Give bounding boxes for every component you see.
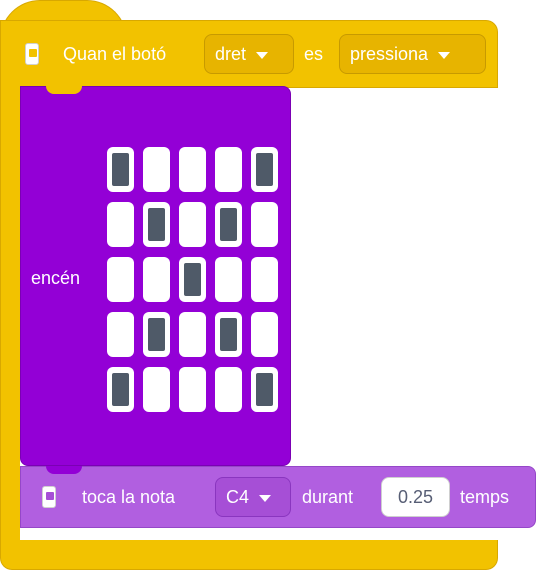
event-block-bottom (0, 540, 498, 570)
action-select-value: pressiona (350, 43, 429, 64)
led-cell-r2-c2[interactable] (179, 257, 206, 302)
led-cell-r0-c3[interactable] (215, 147, 242, 192)
block-notch (46, 466, 82, 474)
led-cell-r0-c2[interactable] (179, 147, 206, 192)
led-cell-r0-c1[interactable] (143, 147, 170, 192)
button-select-value: dret (215, 43, 247, 64)
duration-input[interactable]: 0.25 (381, 477, 450, 517)
led-cell-r2-c4[interactable] (251, 257, 278, 302)
led-cell-r4-c0[interactable] (107, 367, 134, 412)
event-middle-label: es (304, 44, 324, 64)
note-middle-label: durant (302, 487, 354, 507)
led-cell-r0-c0[interactable] (107, 147, 134, 192)
led-cell-r2-c1[interactable] (143, 257, 170, 302)
event-prefix-label: Quan el botó (63, 44, 167, 64)
microbit-icon (42, 486, 56, 508)
led-cell-r1-c1[interactable] (143, 202, 170, 247)
led-cell-r1-c4[interactable] (251, 202, 278, 247)
led-cell-r1-c2[interactable] (179, 202, 206, 247)
note-suffix-label: temps (460, 487, 510, 507)
led-cell-r3-c3[interactable] (215, 312, 242, 357)
led-cell-r3-c4[interactable] (251, 312, 278, 357)
led-cell-r0-c4[interactable] (251, 147, 278, 192)
led-block-label: encén (31, 268, 81, 288)
led-cell-r3-c0[interactable] (107, 312, 134, 357)
led-cell-r1-c3[interactable] (215, 202, 242, 247)
duration-value: 0.25 (397, 486, 434, 507)
block-notch (46, 86, 82, 94)
led-cell-r2-c0[interactable] (107, 257, 134, 302)
led-cell-r3-c2[interactable] (179, 312, 206, 357)
led-cell-r3-c1[interactable] (143, 312, 170, 357)
led-cell-r4-c2[interactable] (179, 367, 206, 412)
note-select-value: C4 (226, 486, 250, 507)
led-cell-r2-c3[interactable] (215, 257, 242, 302)
event-block-arm (0, 86, 20, 556)
button-select-dropdown[interactable]: dret (204, 34, 294, 74)
chevron-down-icon (256, 51, 269, 59)
led-cell-r4-c1[interactable] (143, 367, 170, 412)
note-prefix-label: toca la nota (82, 487, 176, 507)
chevron-down-icon (259, 494, 272, 502)
led-cell-r1-c0[interactable] (107, 202, 134, 247)
microbit-icon (25, 43, 39, 65)
led-cell-r4-c4[interactable] (251, 367, 278, 412)
led-matrix-grid (107, 147, 282, 412)
note-select-dropdown[interactable]: C4 (215, 477, 291, 517)
led-cell-r4-c3[interactable] (215, 367, 242, 412)
action-select-dropdown[interactable]: pressiona (339, 34, 486, 74)
chevron-down-icon (438, 51, 451, 59)
